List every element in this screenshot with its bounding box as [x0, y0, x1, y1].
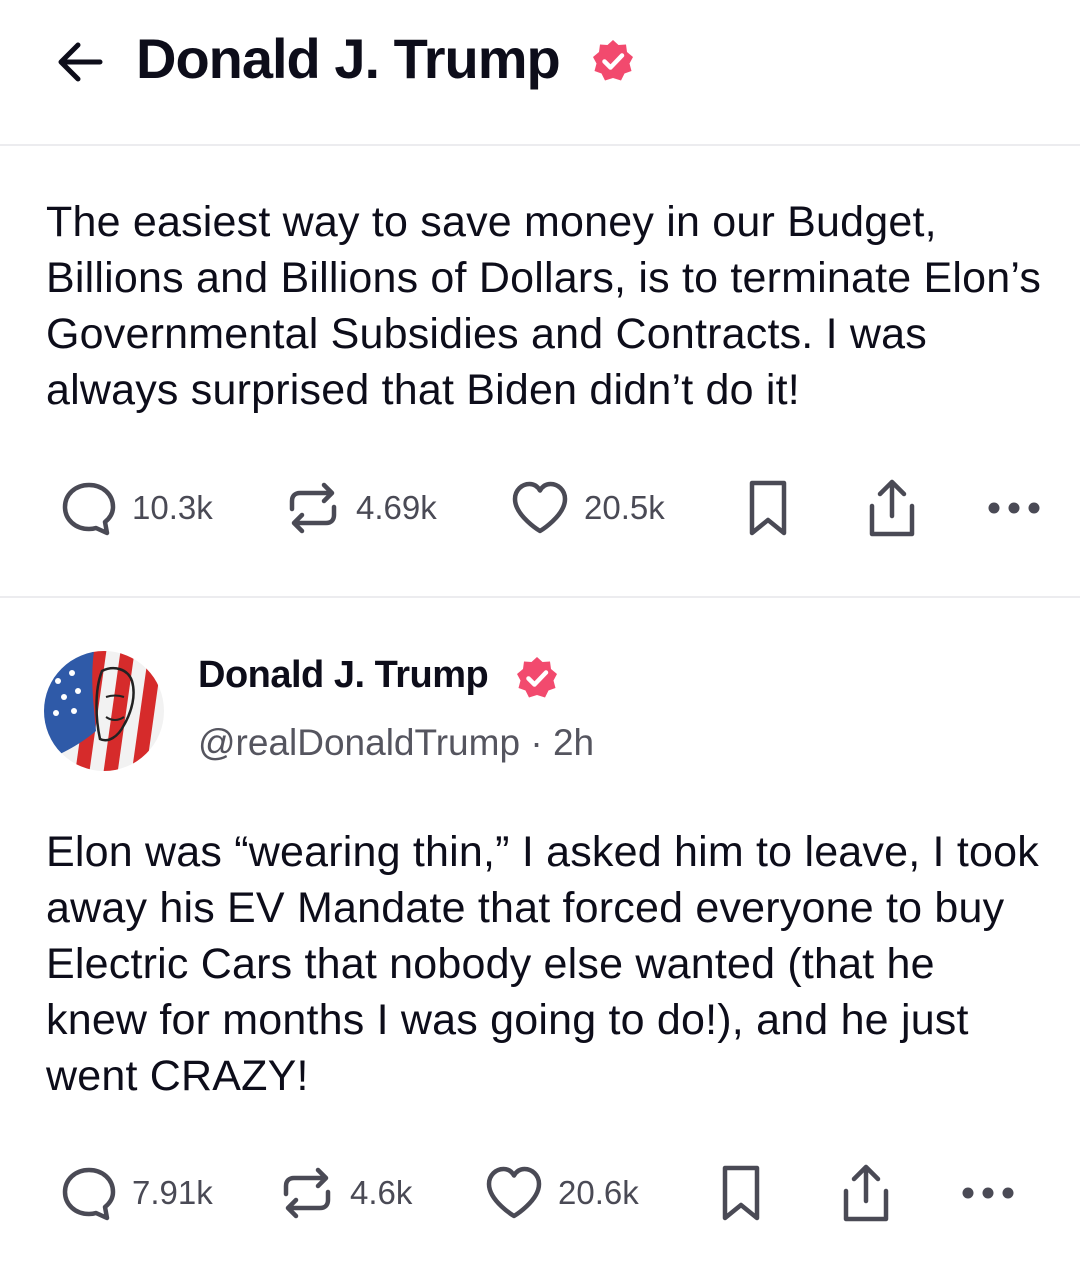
repost-button[interactable]: 4.69k: [284, 473, 437, 543]
author-handle[interactable]: @realDonaldTrump: [198, 722, 520, 763]
repost-button[interactable]: 4.6k: [278, 1158, 412, 1228]
share-button[interactable]: [838, 1158, 894, 1228]
arrow-left-icon: [58, 42, 103, 82]
like-count: 20.6k: [558, 1174, 639, 1211]
like-button[interactable]: 20.5k: [510, 473, 665, 543]
bookmark-button[interactable]: [745, 473, 791, 543]
bookmark-icon: [749, 480, 787, 536]
repost-icon: [289, 482, 337, 534]
reply-icon: [62, 482, 116, 536]
share-icon: [843, 1164, 889, 1222]
post-actions: 7.91k 4.6k 20.6k: [0, 1158, 1080, 1228]
reply-icon: [62, 1167, 116, 1221]
meta-separator: ·: [530, 722, 543, 763]
post-divider: [0, 596, 1080, 598]
repost-icon: [283, 1167, 331, 1219]
more-icon: [962, 1187, 1014, 1199]
post-body: Elon was “wearing thin,” I asked him to …: [46, 828, 1039, 1100]
bookmark-button[interactable]: [718, 1158, 764, 1228]
like-icon: [512, 481, 568, 534]
author-meta: @realDonaldTrump · 2h: [198, 722, 594, 764]
reply-count: 10.3k: [132, 489, 213, 526]
repost-count: 4.69k: [356, 489, 437, 526]
page-title: Donald J. Trump: [136, 27, 561, 90]
top-bar: Donald J. Trump: [0, 0, 1080, 146]
share-button[interactable]: [864, 473, 920, 543]
like-icon: [486, 1166, 542, 1219]
more-button[interactable]: [958, 1158, 1018, 1228]
reply-button[interactable]: 10.3k: [60, 473, 213, 543]
like-button[interactable]: 20.6k: [484, 1158, 639, 1228]
more-icon: [988, 502, 1040, 514]
post-actions: 10.3k 4.69k 20.5k: [0, 473, 1080, 543]
share-icon: [869, 479, 915, 537]
verified-badge-icon: [517, 657, 557, 698]
avatar[interactable]: [44, 651, 164, 771]
like-count: 20.5k: [584, 489, 665, 526]
reply-count: 7.91k: [132, 1174, 213, 1211]
more-button[interactable]: [984, 473, 1044, 543]
post-body: The easiest way to save money in our Bud…: [46, 198, 1042, 414]
repost-count: 4.6k: [350, 1174, 413, 1211]
back-button[interactable]: [52, 34, 108, 90]
bookmark-icon: [722, 1165, 760, 1221]
reply-button[interactable]: 7.91k: [60, 1158, 213, 1228]
verified-badge-icon: [593, 40, 633, 81]
author-name[interactable]: Donald J. Trump: [198, 654, 489, 697]
post-time: 2h: [552, 722, 595, 763]
